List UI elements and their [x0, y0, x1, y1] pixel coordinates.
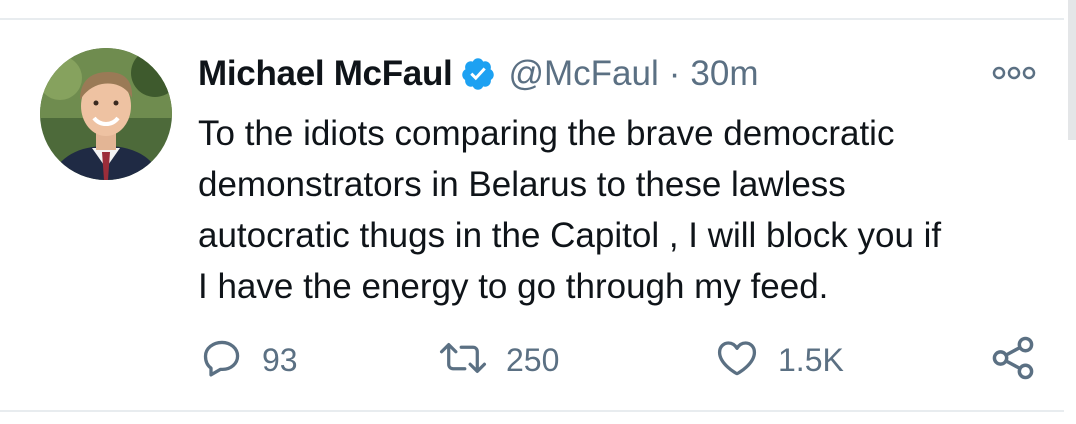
retweet-icon — [438, 336, 488, 385]
tweet-text: To the idiots comparing the brave democr… — [198, 114, 942, 306]
scrollbar[interactable] — [1068, 0, 1076, 140]
retweet-count: 250 — [506, 341, 560, 378]
bottom-divider — [0, 410, 1064, 412]
reply-icon — [200, 336, 244, 385]
author-display-name[interactable]: Michael McFaul — [198, 54, 453, 94]
reply-button[interactable]: 93 — [200, 336, 298, 384]
heart-icon — [714, 336, 760, 385]
verified-badge-icon — [460, 56, 496, 92]
like-button[interactable]: 1.5K — [714, 336, 844, 384]
top-divider — [0, 18, 1064, 20]
retweet-button[interactable]: 250 — [438, 336, 559, 384]
avatar[interactable] — [40, 48, 172, 180]
author-handle[interactable]: @McFaul — [508, 54, 658, 94]
tweet-header: Michael McFaul @McFaul · 30m — [198, 52, 759, 96]
more-options-icon[interactable] — [990, 62, 1038, 84]
reply-count: 93 — [262, 341, 298, 378]
share-button[interactable] — [990, 336, 1036, 384]
separator-dot: · — [668, 54, 681, 93]
tweet-screen: Michael McFaul @McFaul · 30m To the idio… — [0, 0, 1076, 424]
like-count: 1.5K — [778, 341, 844, 378]
tweet-timestamp[interactable]: 30m — [690, 54, 758, 94]
tweet-actions: 93 250 1.5K — [0, 336, 1076, 384]
share-icon — [990, 335, 1036, 386]
